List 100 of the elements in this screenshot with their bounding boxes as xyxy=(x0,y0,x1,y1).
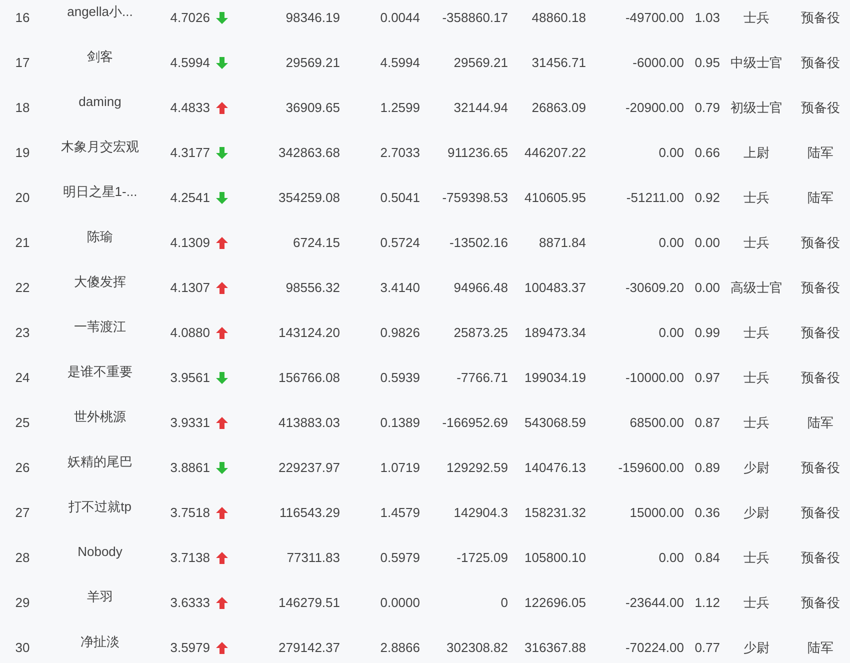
table-cell: 316367.88 xyxy=(524,640,586,655)
rank-number: 24 xyxy=(15,370,30,385)
table-cell: -358860.17 xyxy=(442,10,508,25)
table-cell: 0.97 xyxy=(694,370,720,385)
table-cell: 446207.22 xyxy=(524,144,586,160)
table-cell: 预备役 xyxy=(801,550,840,565)
table-cell: 预备役 xyxy=(801,504,840,520)
table-cell: 预备役 xyxy=(801,324,840,340)
table-cell: -13502.16 xyxy=(449,234,508,250)
rank-number: 19 xyxy=(15,144,30,160)
table-cell: 0.87 xyxy=(694,414,720,430)
player-name: 陈瑜 xyxy=(87,228,113,244)
table-cell: 354259.08 xyxy=(278,190,340,205)
table-cell: 98346.19 xyxy=(286,10,340,25)
table-cell: 陆军 xyxy=(808,190,834,205)
table-cell: 少尉 xyxy=(744,640,770,655)
table-cell: 陆军 xyxy=(808,414,834,430)
rank-number: 27 xyxy=(15,504,30,520)
table-cell: 预备役 xyxy=(801,594,840,610)
table-cell: 0.5979 xyxy=(380,550,420,565)
table-cell: 0.9826 xyxy=(380,324,420,340)
rank-number: 28 xyxy=(15,550,30,565)
score-value: 4.4833 xyxy=(170,98,210,117)
player-name: 妖精的尾巴 xyxy=(68,454,132,469)
table-cell: 911236.65 xyxy=(448,144,508,160)
table-cell: 2.8866 xyxy=(380,640,420,655)
table-cell: 预备役 xyxy=(801,280,840,295)
table-cell: 0.95 xyxy=(694,54,720,70)
score-value: 4.2541 xyxy=(170,188,210,207)
table-cell: 0.5041 xyxy=(380,190,420,205)
table-cell: 29569.21 xyxy=(286,54,340,70)
table-cell: 高级士官 xyxy=(730,280,782,295)
score-value: 3.5979 xyxy=(170,638,210,657)
table-cell: 140476.13 xyxy=(524,460,586,475)
rank-number: 29 xyxy=(15,594,30,610)
table-cell: 预备役 xyxy=(801,370,840,385)
table-cell: 1.4579 xyxy=(380,504,420,520)
table-cell: 陆军 xyxy=(808,144,834,160)
table-cell: 1.03 xyxy=(694,10,720,25)
table-cell: -166952.69 xyxy=(442,414,508,430)
table-cell: 0.89 xyxy=(694,460,720,475)
rank-number: 23 xyxy=(15,324,30,340)
player-name: Nobody xyxy=(78,544,122,559)
score-value: 4.3177 xyxy=(170,144,210,162)
player-name: 是谁不重要 xyxy=(68,364,132,379)
table-cell: 中级士官 xyxy=(730,54,782,70)
table-cell: -6000.00 xyxy=(632,54,684,70)
table-cell: 士兵 xyxy=(744,550,770,565)
score-value: 4.0880 xyxy=(170,324,210,342)
table-cell: 302308.82 xyxy=(446,640,508,655)
score-value: 4.1309 xyxy=(170,234,210,252)
table-cell: 0.92 xyxy=(694,190,720,205)
table-cell: 0.00 xyxy=(658,324,684,340)
table-cell: 少尉 xyxy=(744,460,770,475)
table-cell: 15000.00 xyxy=(630,504,684,520)
table-cell: 0.00 xyxy=(658,550,684,565)
player-name: 净扯淡 xyxy=(80,634,120,649)
table-cell: 77311.83 xyxy=(286,550,340,565)
table-cell: 413883.03 xyxy=(278,414,340,430)
table-cell: 0.00 xyxy=(658,234,684,250)
table-cell: 8871.84 xyxy=(539,234,586,250)
player-name: 羊羽 xyxy=(87,588,113,604)
rank-number: 21 xyxy=(15,234,30,250)
table-cell: 0.1389 xyxy=(380,414,420,430)
rank-number: 16 xyxy=(15,10,30,25)
player-name: angella小... xyxy=(67,4,133,19)
table-cell: -159600.00 xyxy=(618,460,684,475)
table-cell: 0.79 xyxy=(694,100,720,115)
table-cell: -10000.00 xyxy=(625,370,684,385)
table-cell: 229237.97 xyxy=(278,460,340,475)
table-cell: 士兵 xyxy=(744,594,770,610)
table-cell: 146279.51 xyxy=(278,594,340,610)
table-cell: 3.4140 xyxy=(380,280,420,295)
table-cell: 29569.21 xyxy=(454,54,508,70)
table-cell: 0 xyxy=(500,594,508,610)
table-cell: 116543.29 xyxy=(280,504,340,520)
table-cell: 陆军 xyxy=(808,640,834,655)
table-cell: 0.77 xyxy=(694,640,720,655)
table-cell: 94966.48 xyxy=(454,280,508,295)
table-cell: 预备役 xyxy=(801,54,840,70)
player-name: 世外桃源 xyxy=(74,408,126,424)
table-cell: 122696.05 xyxy=(524,594,586,610)
table-cell: 0.00 xyxy=(694,280,720,295)
table-cell: 上尉 xyxy=(744,144,770,160)
table-cell: 68500.00 xyxy=(630,414,684,430)
player-name: 打不过就tp xyxy=(68,498,132,514)
rank-number: 18 xyxy=(15,100,30,115)
table-cell: -70224.00 xyxy=(625,640,684,655)
table-cell: 0.84 xyxy=(694,550,720,565)
score-value: 3.7518 xyxy=(170,504,210,522)
table-cell: 1.2599 xyxy=(380,100,420,115)
table-cell: 士兵 xyxy=(744,190,770,205)
table-cell: -23644.00 xyxy=(625,594,684,610)
score-value: 4.1307 xyxy=(170,278,210,297)
table-cell: 279142.37 xyxy=(278,640,340,655)
table-cell: 98556.32 xyxy=(286,280,340,295)
table-cell: 410605.95 xyxy=(524,190,586,205)
table-cell: 0.00 xyxy=(694,234,720,250)
table-cell: 100483.37 xyxy=(524,280,586,295)
table-cell: 543068.59 xyxy=(524,414,586,430)
